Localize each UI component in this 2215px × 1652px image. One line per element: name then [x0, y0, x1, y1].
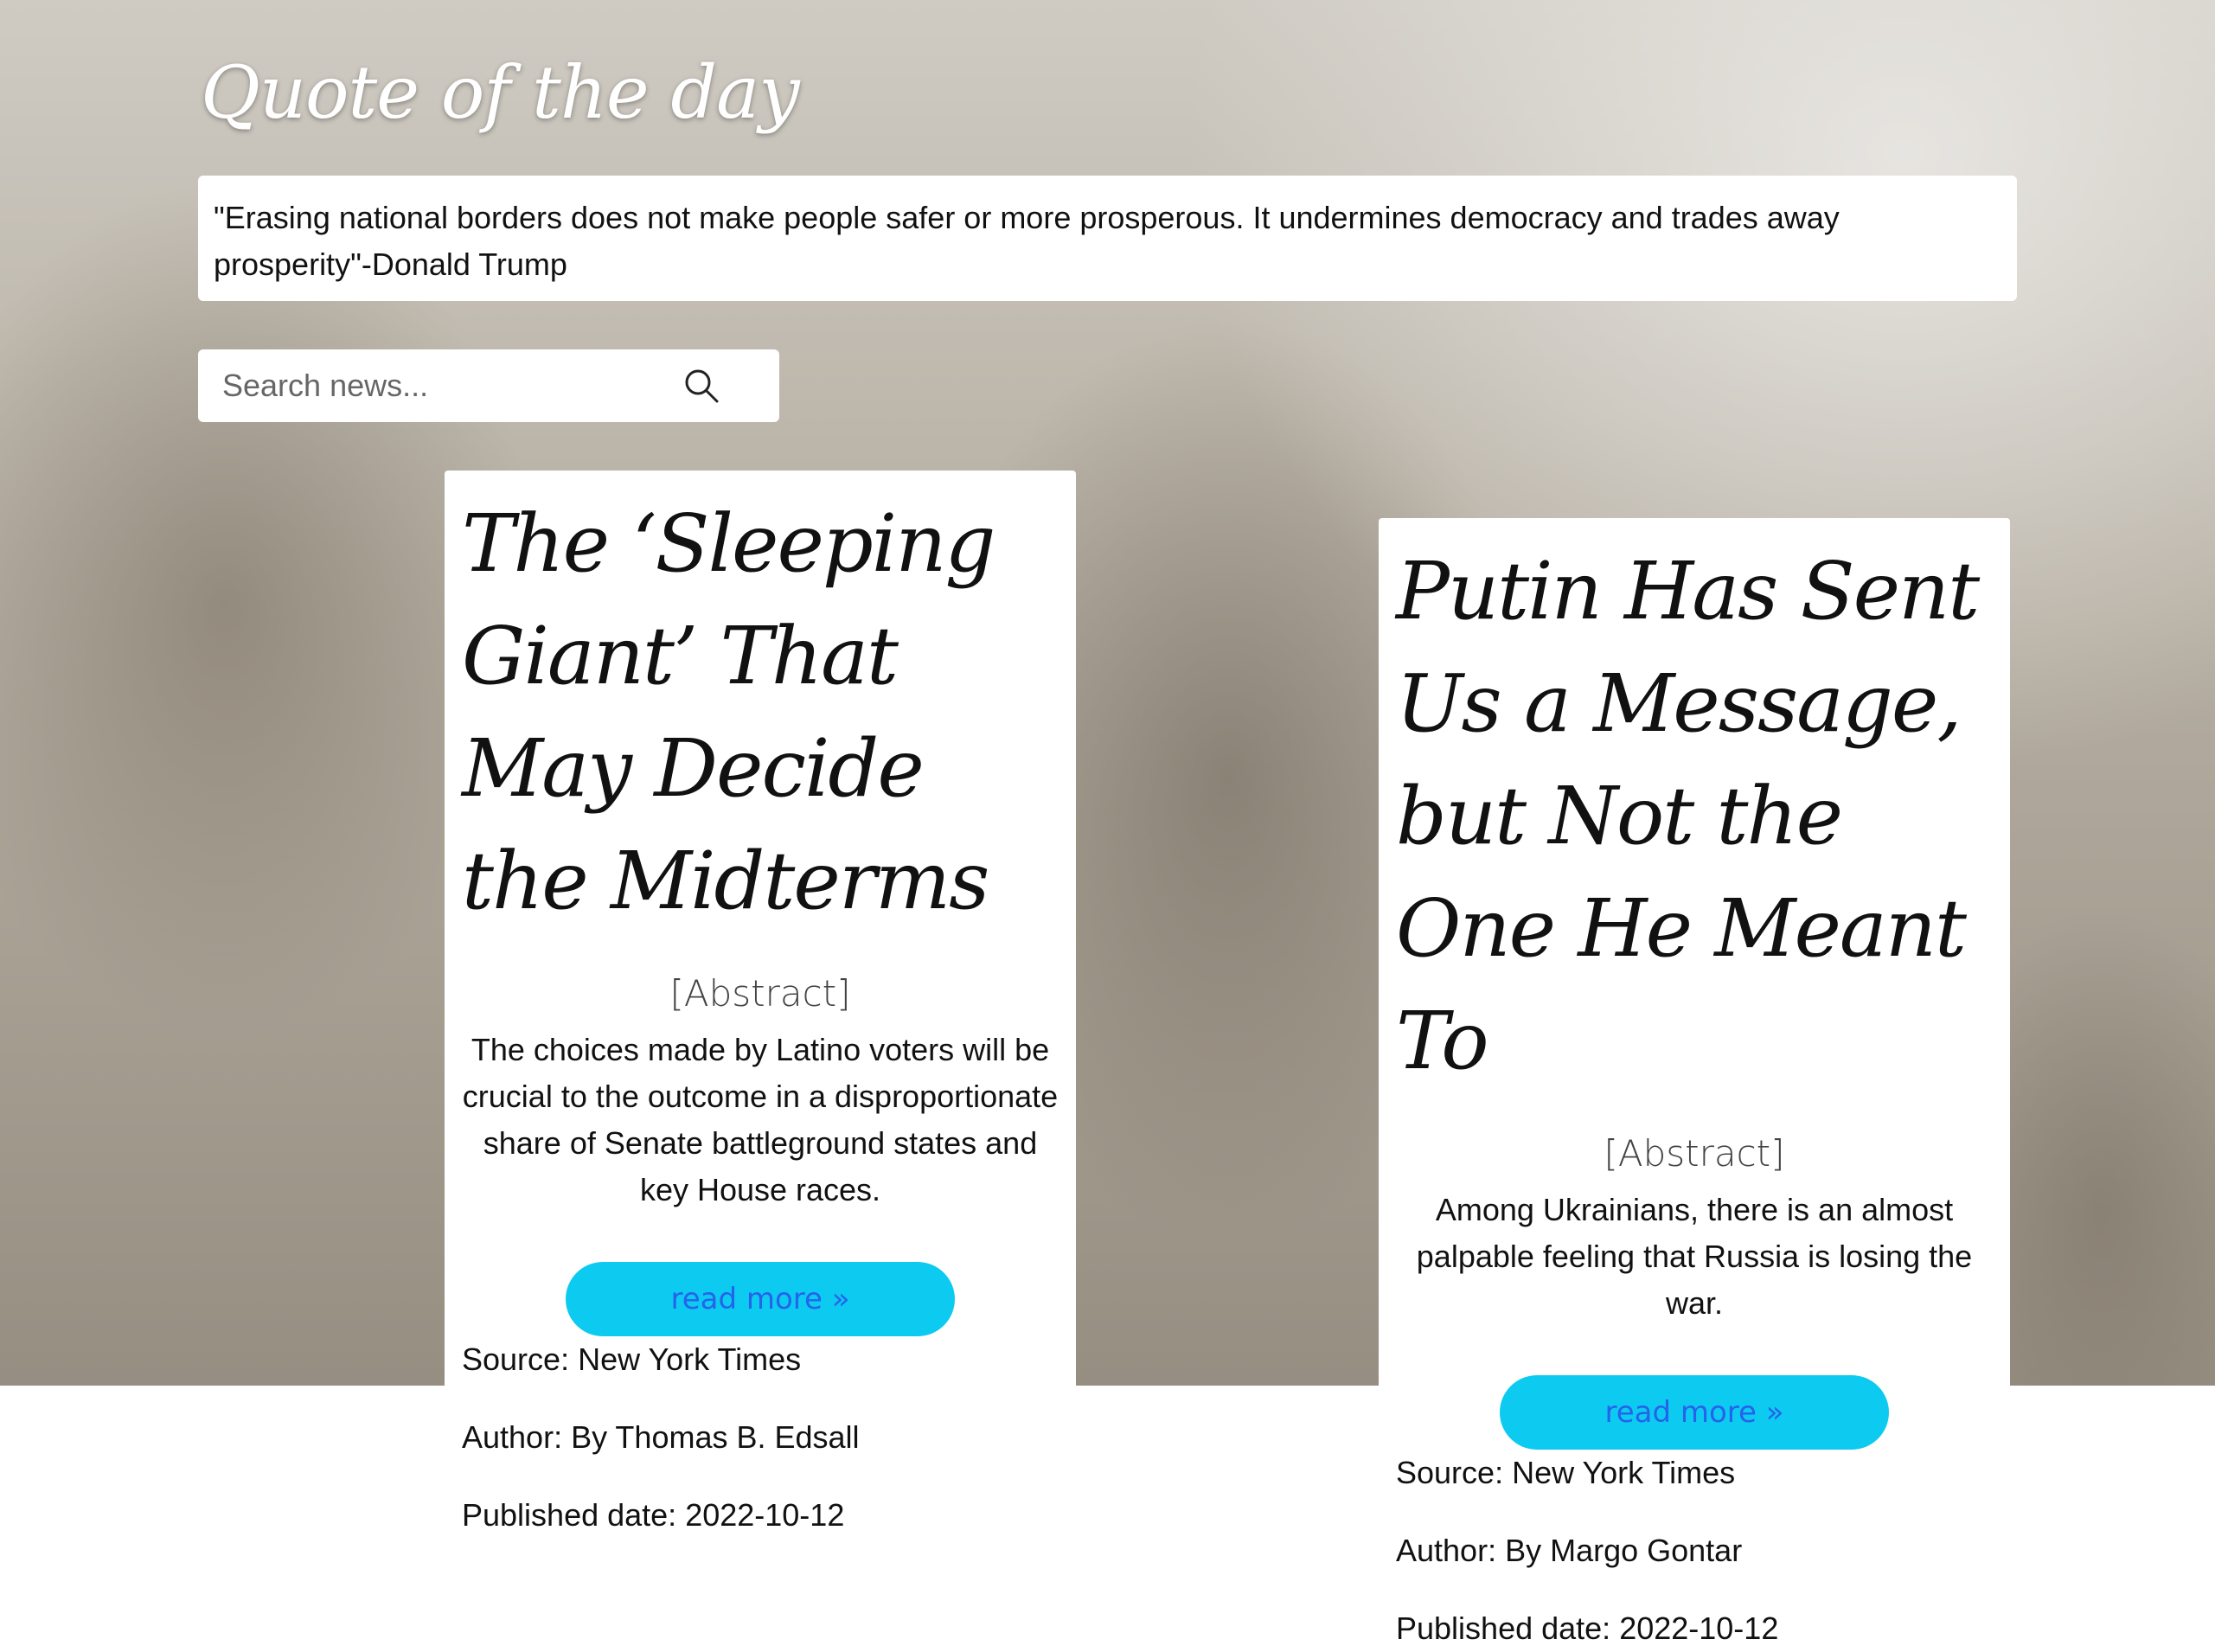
abstract-label: [Abstract] — [669, 972, 851, 1015]
article-card: The ‘Sleeping Giant’ That May Decide the… — [445, 471, 1076, 1533]
abstract-text: The choices made by Latino voters will b… — [462, 1032, 1059, 1207]
article-source: Source: New York Times — [462, 1341, 802, 1377]
article-author: Author: By Thomas B. Edsall — [462, 1419, 860, 1455]
article-title: The ‘Sleeping Giant’ That May Decide the… — [462, 497, 995, 927]
abstract-label: [Abstract] — [1604, 1132, 1785, 1175]
article-card: Putin Has Sent Us a Message, but Not the… — [1379, 518, 2010, 1646]
article-title: Putin Has Sent Us a Message, but Not the… — [1396, 545, 1980, 1087]
article-published-date: Published date: 2022-10-12 — [462, 1497, 845, 1533]
quote-text: "Erasing national borders does not make … — [214, 200, 1840, 282]
abstract-text: Among Ukrainians, there is an almost pal… — [1416, 1192, 1973, 1321]
quote-box: "Erasing national borders does not make … — [198, 176, 2017, 301]
search-icon[interactable] — [682, 367, 720, 405]
article-author: Author: By Margo Gontar — [1396, 1533, 1743, 1568]
search-input[interactable] — [221, 367, 656, 405]
read-more-button[interactable]: read more » — [1500, 1375, 1889, 1450]
article-published-date: Published date: 2022-10-12 — [1396, 1610, 1779, 1646]
quote-title: Quote of the day — [201, 50, 800, 135]
read-more-button[interactable]: read more » — [566, 1262, 955, 1336]
search-bar — [198, 349, 779, 422]
article-source: Source: New York Times — [1396, 1455, 1736, 1490]
